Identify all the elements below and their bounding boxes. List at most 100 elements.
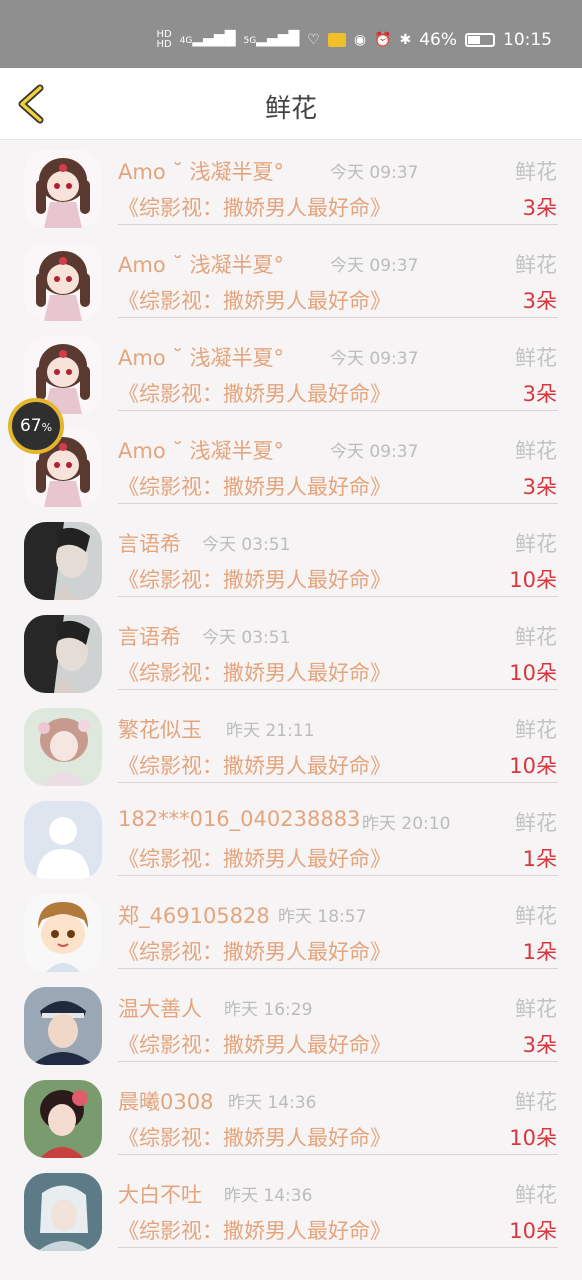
list-item[interactable]: 繁花似玉 昨天 21:11 鲜花《综影视：撒娇男人最好命》 10朵: [0, 698, 582, 791]
gift-time: 昨天 14:36: [224, 1186, 313, 1206]
gift-time: 今天 03:51: [202, 535, 291, 555]
vpn-icon: ♡: [307, 32, 320, 48]
book-title[interactable]: 《综影视：撒娇男人最好命》: [118, 750, 391, 780]
avatar[interactable]: [24, 708, 102, 786]
divider: [118, 689, 558, 690]
list-item[interactable]: Amo ˘ 浅凝半夏° 今天 09:37 鲜花 《综影视：撒娇男人最好命》 3朵: [0, 419, 582, 512]
user-name[interactable]: 郑_469105828: [118, 900, 270, 930]
gift-time: 昨天 18:57: [278, 907, 367, 927]
alarm-icon: ⏰: [374, 32, 392, 48]
bluetooth-icon: ✱: [399, 32, 412, 48]
book-title[interactable]: 《综影视：撒娇男人最好命》: [118, 192, 391, 222]
avatar[interactable]: [24, 150, 102, 228]
user-name[interactable]: 大白不吐: [118, 1179, 202, 1209]
status-bar: HD HD 4G▂▄▆█ 5G▂▄▆█ ♡ ◉ ⏰ ✱ 46% 10:15: [0, 0, 582, 68]
flower-count: 3朵: [522, 1033, 557, 1057]
user-name[interactable]: 言语希: [118, 528, 181, 558]
gift-time: 今天 09:37: [330, 349, 419, 369]
list-item[interactable]: 大白不吐 昨天 14:36 鲜花《综影视：撒娇男人最好命》 10朵: [0, 1163, 582, 1256]
flower-count: 10朵: [509, 1219, 557, 1243]
divider: [118, 1247, 558, 1248]
avatar[interactable]: [24, 894, 102, 972]
avatar[interactable]: [24, 801, 102, 879]
divider: [118, 410, 558, 411]
battery-percent: 46%: [419, 30, 457, 50]
battery-icon: [465, 33, 495, 47]
gift-type-label: 鲜花: [515, 625, 557, 649]
book-title[interactable]: 《综影视：撒娇男人最好命》: [118, 1215, 391, 1245]
avatar[interactable]: [24, 243, 102, 321]
gift-type-label: 鲜花: [515, 997, 557, 1021]
user-name[interactable]: 繁花似玉: [118, 714, 202, 744]
divider: [118, 596, 558, 597]
book-title[interactable]: 《综影视：撒娇男人最好命》: [118, 1029, 391, 1059]
gift-time: 昨天 16:29: [224, 1000, 313, 1020]
gift-type-label: 鲜花: [515, 346, 557, 370]
flower-count: 10朵: [509, 1126, 557, 1150]
user-name[interactable]: 晨曦0308: [118, 1086, 213, 1116]
avatar[interactable]: [24, 987, 102, 1065]
list-item[interactable]: 温大善人 昨天 16:29 鲜花《综影视：撒娇男人最好命》 3朵: [0, 977, 582, 1070]
gift-type-label: 鲜花: [515, 532, 557, 556]
divider: [118, 1061, 558, 1062]
divider: [118, 503, 558, 504]
list-item[interactable]: Amo ˘ 浅凝半夏° 今天 09:37 鲜花《综影视：撒娇男人最好命》 3朵: [0, 326, 582, 419]
eye-icon: ◉: [353, 32, 367, 48]
book-title[interactable]: 《综影视：撒娇男人最好命》: [118, 471, 391, 501]
book-title[interactable]: 《综影视：撒娇男人最好命》: [118, 657, 391, 687]
flower-count: 3朵: [522, 196, 557, 220]
page-title: 鲜花: [264, 94, 317, 124]
flower-gift-list: Amo ˘ 浅凝半夏° 今天 09:37 鲜花 《综影视：撒娇男人最好命》 3朵 Amo …: [0, 140, 582, 1256]
gift-type-label: 鲜花: [515, 904, 557, 928]
divider: [118, 317, 558, 318]
book-title[interactable]: 《综影视：撒娇男人最好命》: [118, 936, 391, 966]
list-item[interactable]: 182***016_040238883 昨天 20:10 鲜花 《综影视：撒娇男人最好…: [0, 791, 582, 884]
avatar[interactable]: [24, 522, 102, 600]
gift-type-label: 鲜花: [515, 253, 557, 277]
divider: [118, 968, 558, 969]
divider: [118, 782, 558, 783]
nav-header: 鲜花: [0, 68, 582, 140]
flower-count: 10朵: [509, 568, 557, 592]
avatar[interactable]: [24, 1173, 102, 1251]
book-title[interactable]: 《综影视：撒娇男人最好命》: [118, 285, 391, 315]
gift-time: 今天 09:37: [330, 256, 419, 276]
mail-icon: [327, 33, 346, 47]
book-title[interactable]: 《综影视：撒娇男人最好命》: [118, 1122, 391, 1152]
avatar[interactable]: [24, 615, 102, 693]
gift-type-label: 鲜花: [515, 718, 557, 742]
book-title[interactable]: 《综影视：撒娇男人最好命》: [118, 843, 391, 873]
list-item[interactable]: 晨曦0308 昨天 14:36 鲜花 《综影视：撒娇男人最好命》 10朵: [0, 1070, 582, 1163]
flower-count: 3朵: [522, 475, 557, 499]
user-name[interactable]: 言语希: [118, 621, 181, 651]
progress-float-button[interactable]: 67%: [8, 398, 64, 454]
flower-count: 1朵: [522, 940, 557, 964]
flower-count: 3朵: [522, 382, 557, 406]
list-item[interactable]: 郑_469105828 昨天 18:57 鲜花《综影视：撒娇男人最好命》 1朵: [0, 884, 582, 977]
flower-count: 1朵: [522, 847, 557, 871]
signal-5g-icon: 5G▂▄▆█: [243, 31, 300, 47]
gift-type-label: 鲜花: [515, 811, 557, 835]
book-title[interactable]: 《综影视：撒娇男人最好命》: [118, 564, 391, 594]
user-name[interactable]: Amo ˘ 浅凝半夏°: [118, 249, 284, 279]
signal-4g-icon: 4G▂▄▆█: [179, 31, 236, 47]
flower-count: 10朵: [509, 754, 557, 778]
gift-time: 昨天 21:11: [226, 721, 315, 741]
list-item[interactable]: 言语希 今天 03:51 鲜花 《综影视：撒娇男人最好命》 10朵: [0, 605, 582, 698]
list-item[interactable]: 言语希 今天 03:51 鲜花《综影视：撒娇男人最好命》 10朵: [0, 512, 582, 605]
gift-type-label: 鲜花: [515, 1183, 557, 1207]
gift-time: 今天 09:37: [330, 442, 419, 462]
hd-icon: HD HD: [156, 29, 172, 50]
gift-time: 今天 09:37: [330, 163, 419, 183]
list-item[interactable]: Amo ˘ 浅凝半夏° 今天 09:37 鲜花 《综影视：撒娇男人最好命》 3朵: [0, 140, 582, 233]
list-item[interactable]: Amo ˘ 浅凝半夏° 今天 09:37 鲜花 《综影视：撒娇男人最好命》 3朵: [0, 233, 582, 326]
flower-count: 10朵: [509, 661, 557, 685]
user-name[interactable]: Amo ˘ 浅凝半夏°: [118, 435, 284, 465]
user-name[interactable]: Amo ˘ 浅凝半夏°: [118, 342, 284, 372]
user-name[interactable]: 182***016_040238883: [118, 807, 360, 831]
gift-type-label: 鲜花: [515, 1090, 557, 1114]
user-name[interactable]: 温大善人: [118, 993, 202, 1023]
book-title[interactable]: 《综影视：撒娇男人最好命》: [118, 378, 391, 408]
user-name[interactable]: Amo ˘ 浅凝半夏°: [118, 156, 284, 186]
avatar[interactable]: [24, 1080, 102, 1158]
